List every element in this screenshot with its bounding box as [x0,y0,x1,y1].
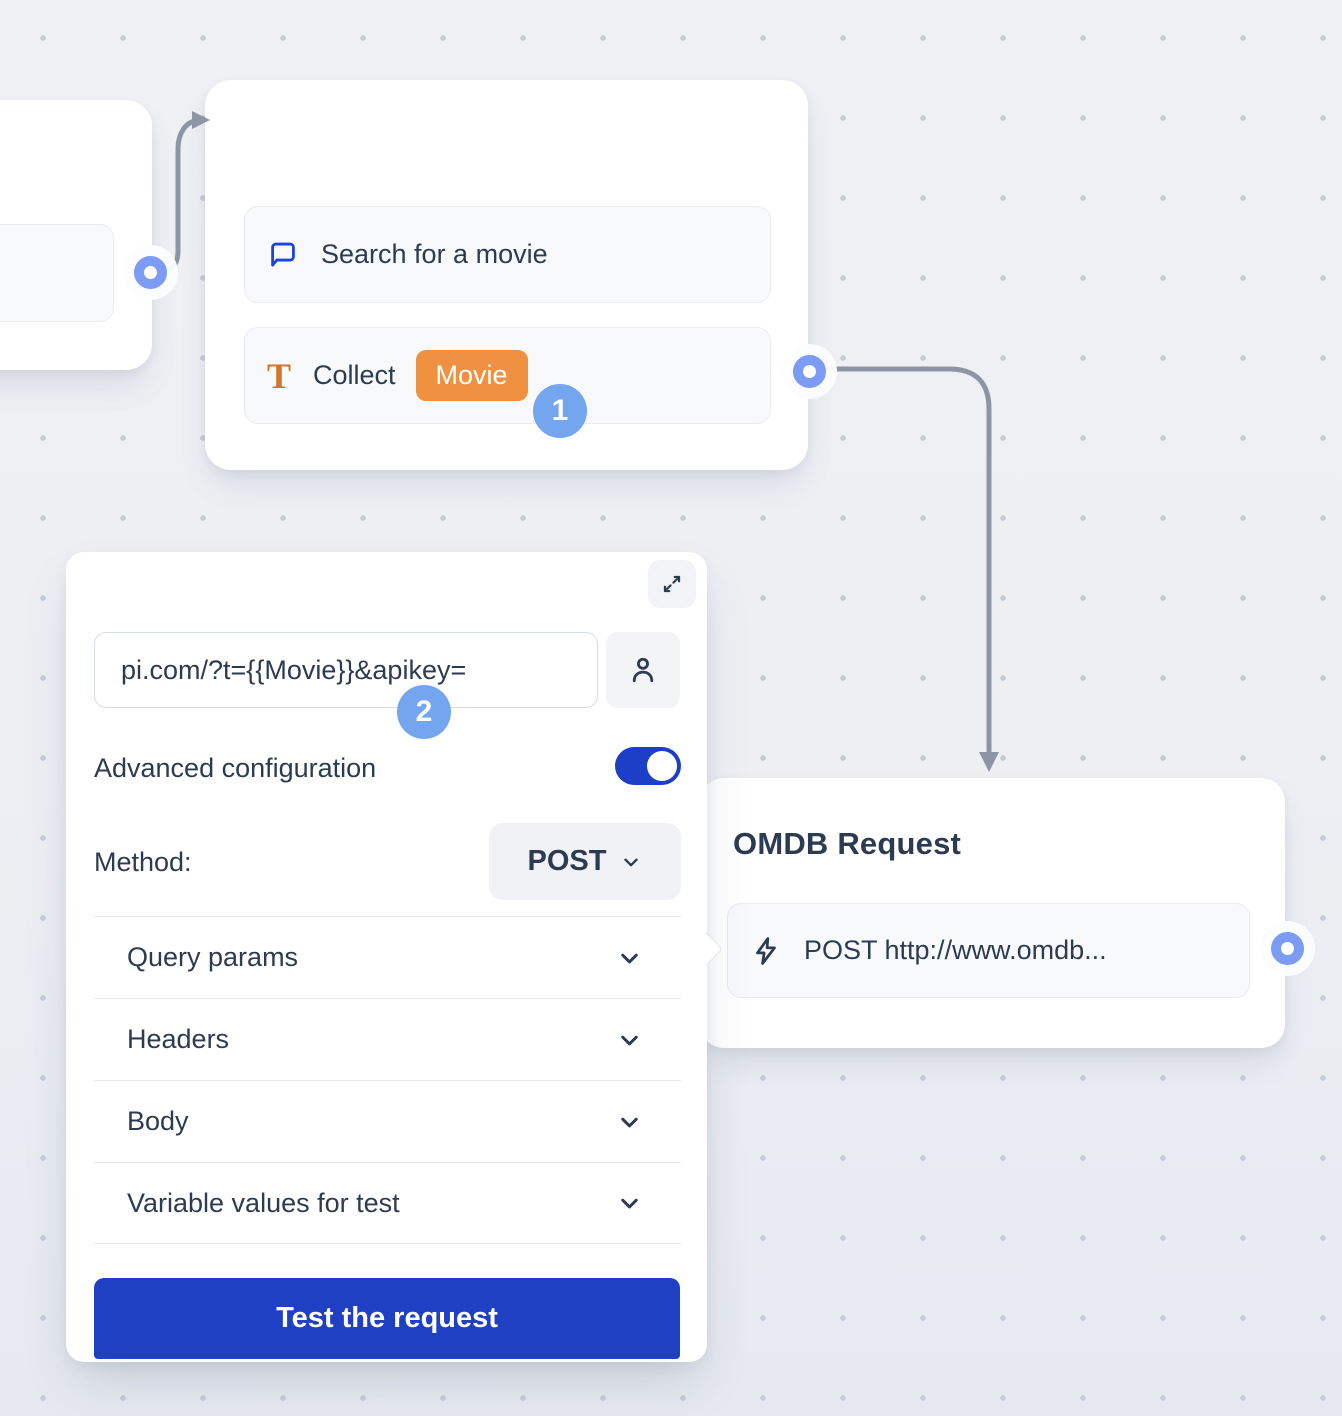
expand-icon [659,571,685,597]
node-item-label: Collect [313,360,396,391]
partial-node-card[interactable] [0,100,152,370]
connector-line [161,121,196,270]
method-label: Method: [94,846,192,878]
lightning-icon [750,935,782,967]
method-select[interactable]: POST [489,823,681,900]
chevron-down-icon[interactable] [616,944,643,971]
advanced-configuration-toggle[interactable] [615,747,681,785]
chevron-down-icon[interactable] [616,1026,643,1053]
omdb-request-node[interactable]: OMDB Request POST http://www.omdb... [700,778,1285,1048]
url-input[interactable] [94,632,598,708]
insert-variable-button[interactable] [606,632,680,708]
connector-line [827,369,989,751]
chevron-down-icon [620,851,642,873]
node-title: OMDB Request [733,826,961,862]
section-body[interactable]: Body [94,1080,681,1162]
variable-badge[interactable]: Movie [416,350,528,402]
section-variable-values-for-test[interactable]: Variable values for test [94,1162,681,1244]
output-port[interactable] [793,355,826,388]
movie-search-node[interactable]: Movie search Search for a movie T Collec… [205,80,808,470]
section-label: Headers [127,1024,229,1055]
chevron-down-icon[interactable] [616,1108,643,1135]
node-item-search-for-a-movie[interactable]: Search for a movie [244,206,771,303]
accordion-sections: Query params Headers Body Variable value… [94,916,681,1244]
advanced-configuration-label: Advanced configuration [94,752,376,784]
section-label: Query params [127,942,298,973]
section-label: Body [127,1106,189,1137]
test-request-button[interactable]: Test the request [94,1278,680,1359]
output-port[interactable] [1271,932,1304,965]
chevron-down-icon[interactable] [616,1190,643,1217]
section-query-params[interactable]: Query params [94,916,681,998]
method-value: POST [528,845,607,878]
user-icon [626,653,660,687]
output-port[interactable] [134,256,167,289]
expand-button[interactable] [648,560,696,608]
text-input-icon: T [267,358,291,394]
chat-bubble-icon [267,239,299,271]
node-item-collect-movie[interactable]: T Collect Movie [244,327,771,424]
node-item-post-request[interactable]: POST http://www.omdb... [727,903,1250,998]
section-headers[interactable]: Headers [94,998,681,1080]
annotation-badge-2: 2 [397,685,451,739]
node-item-label: Search for a movie [321,239,548,270]
annotation-badge-1: 1 [533,384,587,438]
toggle-knob [647,751,677,781]
connector-arrowhead [979,752,999,772]
section-label: Variable values for test [127,1188,400,1219]
webhook-editor-panel[interactable]: 2 Advanced configuration Method: POST Qu… [66,552,707,1362]
flow-canvas[interactable]: Movie search Search for a movie T Collec… [0,0,1342,1416]
node-item-label: POST http://www.omdb... [804,935,1107,966]
partial-node-item[interactable] [0,224,114,322]
